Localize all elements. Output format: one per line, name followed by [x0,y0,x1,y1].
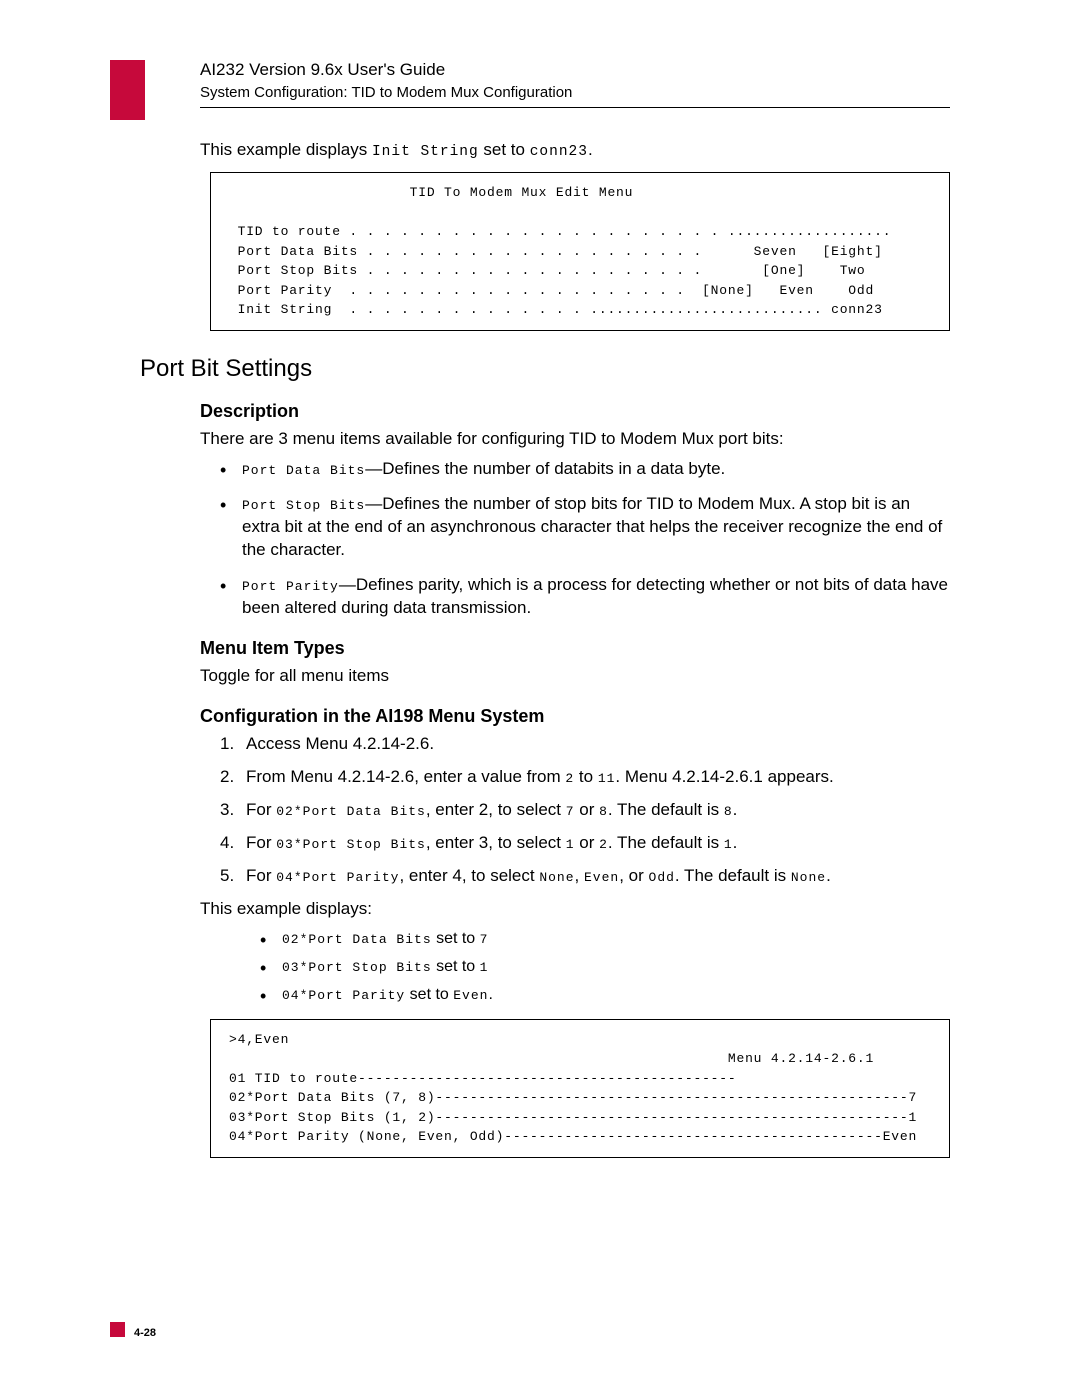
step-2: From Menu 4.2.14-2.6, enter a value from… [220,766,950,789]
intro-code: Init String [372,144,479,160]
page-content: This example displays Init String set to… [140,140,950,1182]
description-paragraph: There are 3 menu items available for con… [200,428,950,451]
example-bullets: 02*Port Data Bits set to 7 03*Port Stop … [260,927,950,1007]
menu-item-types-paragraph: Toggle for all menu items [200,665,950,688]
bullet-port-data-bits: Port Data Bits—Defines the number of dat… [220,458,950,481]
header-rule [200,107,950,108]
bullet3-text: —Defines parity, which is a process for … [242,575,948,617]
intro-mid: set to [479,140,530,159]
sub-bullet-3: 04*Port Parity set to Even. [260,983,950,1007]
bullet1-code: Port Data Bits [242,463,365,478]
bullet-port-stop-bits: Port Stop Bits—Defines the number of sto… [220,493,950,562]
step-5: For 04*Port Parity, enter 4, to select N… [220,865,950,888]
bullet-port-parity: Port Parity—Defines parity, which is a p… [220,574,950,620]
doc-subtitle: System Configuration: TID to Modem Mux C… [200,84,950,101]
bullet1-text: —Defines the number of databits in a dat… [365,459,725,478]
terminal-box-2: >4,Even Menu 4.2.14-2.6.1 01 TID to rout… [210,1019,950,1158]
example-paragraph: This example displays: [200,898,950,921]
menu-item-types-heading: Menu Item Types [200,638,950,659]
step-1: Access Menu 4.2.14-2.6. [220,733,950,756]
intro-pre: This example displays [200,140,372,159]
intro-post: . [588,140,593,159]
bullet3-code: Port Parity [242,579,339,594]
intro-paragraph: This example displays Init String set to… [200,140,950,160]
step-4: For 03*Port Stop Bits, enter 3, to selec… [220,832,950,855]
config-heading: Configuration in the AI198 Menu System [200,706,950,727]
intro-val: conn23 [530,144,588,160]
section-title: Port Bit Settings [140,355,950,383]
sub-bullet-2: 03*Port Stop Bits set to 1 [260,955,950,979]
step-3: For 02*Port Data Bits, enter 2, to selec… [220,799,950,822]
doc-title: AI232 Version 9.6x User's Guide [200,60,950,80]
description-heading: Description [200,401,950,422]
description-bullets: Port Data Bits—Defines the number of dat… [220,458,950,620]
terminal-box-1: TID To Modem Mux Edit Menu TID to route … [210,172,950,331]
brand-color-block-bottom [110,1322,125,1337]
page-header: AI232 Version 9.6x User's Guide System C… [200,60,950,108]
page-number: 4-28 [130,1327,156,1339]
bullet2-code: Port Stop Bits [242,498,365,513]
brand-color-block-top [110,60,145,120]
sub-bullet-1: 02*Port Data Bits set to 7 [260,927,950,951]
config-steps: Access Menu 4.2.14-2.6. From Menu 4.2.14… [220,733,950,888]
